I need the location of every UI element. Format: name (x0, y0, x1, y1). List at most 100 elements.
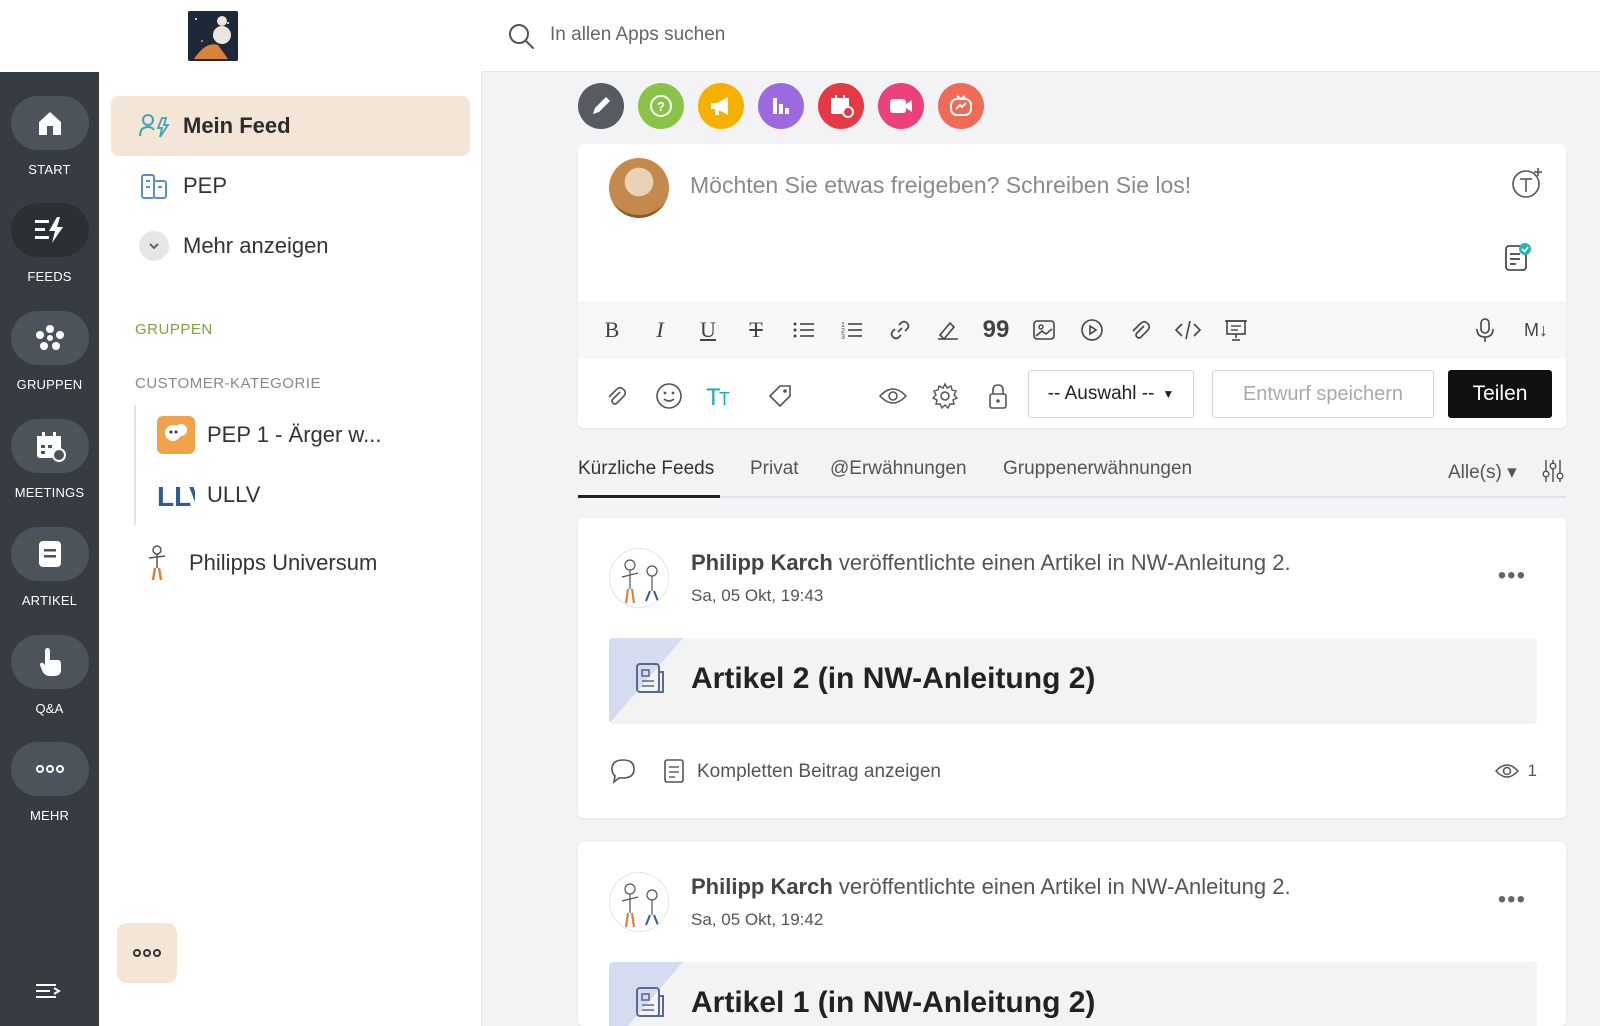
sidebar-item-label: Mehr anzeigen (183, 233, 329, 258)
feed-filter-dropdown[interactable]: Alle(s) ▾ (1448, 461, 1517, 484)
presentation-icon[interactable] (1221, 315, 1251, 345)
groups-section-title: GRUPPEN (135, 321, 213, 338)
audience-select-value: -- Auswahl -- (1047, 383, 1155, 404)
more-icon (10, 742, 89, 796)
rail-item-qa[interactable]: Q&A (0, 635, 99, 716)
question-icon[interactable]: ? (638, 83, 684, 129)
post-timestamp: Sa, 05 Okt, 19:42 (691, 910, 824, 929)
post-menu-icon[interactable]: ••• (1498, 562, 1526, 590)
post-author[interactable]: Philipp Karch (691, 874, 833, 899)
rail-label: GRUPPEN (16, 377, 83, 392)
post-composer: Möchten Sie etwas freigeben? Schreiben S… (578, 144, 1566, 428)
tab-private[interactable]: Privat (750, 458, 799, 480)
image-icon[interactable] (1029, 315, 1059, 345)
attachment-icon[interactable] (1125, 315, 1155, 345)
comment-icon[interactable] (609, 757, 637, 790)
text-format-add-icon[interactable] (1510, 166, 1544, 205)
company-logo[interactable] (188, 11, 238, 61)
rail-label: Q&A (35, 701, 64, 716)
sidebar-item-my-feed[interactable]: Mein Feed (111, 96, 470, 156)
gear-icon[interactable] (930, 381, 960, 411)
sidebar-show-more[interactable]: Mehr anzeigen (111, 216, 470, 276)
group-avatar-icon (157, 416, 195, 454)
search-icon (507, 22, 535, 55)
rail-item-articles[interactable]: ARTIKEL (0, 527, 99, 608)
tag-icon[interactable] (765, 381, 795, 411)
post-menu-icon[interactable]: ••• (1498, 886, 1526, 914)
rail-item-groups[interactable]: GRUPPEN (0, 311, 99, 392)
composer-actions: TT -- Auswahl -- ▼ Entwurf speichern Tei… (578, 359, 1566, 428)
attachment-icon[interactable] (601, 381, 631, 411)
underline-icon[interactable]: U (693, 315, 723, 345)
sketch-figure-icon (139, 544, 177, 582)
composer-text-input[interactable]: Möchten Sie etwas freigeben? Schreiben S… (690, 172, 1490, 199)
article-title[interactable]: Artikel 1 (in NW-Anleitung 2) (691, 986, 1095, 1020)
italic-icon[interactable]: I (645, 315, 675, 345)
checklist-icon[interactable] (1504, 242, 1532, 277)
lock-icon[interactable] (983, 381, 1013, 411)
live-stream-icon[interactable] (938, 83, 984, 129)
view-count: 1 (1494, 761, 1537, 781)
strikethrough-icon[interactable]: T (741, 315, 771, 345)
global-search-input[interactable] (550, 20, 1050, 50)
post-author[interactable]: Philipp Karch (691, 550, 833, 575)
article-icon (10, 527, 89, 581)
view-count-value: 1 (1527, 761, 1537, 780)
group-item-ullv[interactable]: LLV ULLV (157, 476, 260, 514)
rail-item-feeds[interactable]: FEEDS (0, 203, 99, 284)
svg-text:T: T (719, 389, 730, 409)
sidebar-item-philipps-universum[interactable]: Philipps Universum (139, 544, 377, 582)
sidebar-item-label: PEP (183, 173, 228, 198)
more-icon (133, 949, 161, 957)
tab-group-mentions[interactable]: Gruppenerwähnungen (1003, 458, 1192, 480)
video-icon[interactable] (878, 83, 924, 129)
save-draft-button[interactable]: Entwurf speichern (1212, 370, 1434, 418)
post-type-row: ? (578, 83, 998, 129)
article-preview[interactable]: Artikel 1 (in NW-Anleitung 2) (609, 962, 1537, 1026)
article-title[interactable]: Artikel 2 (in NW-Anleitung 2) (691, 662, 1095, 696)
rail-item-start[interactable]: START (0, 96, 99, 177)
link-icon[interactable] (885, 315, 915, 345)
code-icon[interactable] (1173, 315, 1203, 345)
formatting-toolbar: B I U T 123 99 M↓ (578, 301, 1566, 359)
tab-recent-feeds[interactable]: Kürzliche Feeds (578, 458, 714, 480)
visibility-eye-icon[interactable] (878, 381, 908, 411)
pencil-icon[interactable] (578, 83, 624, 129)
newspaper-icon (631, 984, 667, 1025)
poll-icon[interactable] (758, 83, 804, 129)
quote-icon[interactable]: 99 (981, 315, 1011, 345)
filter-settings-icon[interactable] (1542, 458, 1564, 489)
share-button[interactable]: Teilen (1448, 370, 1552, 418)
microphone-icon[interactable] (1470, 315, 1500, 345)
audience-select[interactable]: -- Auswahl -- ▼ (1028, 370, 1194, 418)
markdown-toggle[interactable]: M↓ (1518, 315, 1554, 345)
event-icon[interactable] (818, 83, 864, 129)
avatar[interactable] (609, 872, 669, 932)
people-sparkle-icon (137, 109, 171, 143)
view-full-post-link[interactable]: Kompletten Beitrag anzeigen (697, 761, 941, 783)
hand-pointer-icon (10, 635, 89, 689)
emoji-icon[interactable] (654, 381, 684, 411)
highlighter-icon[interactable] (933, 315, 963, 345)
rail-label: START (28, 162, 71, 177)
post-action-text: veröffentlichte einen Artikel in NW-Anle… (832, 874, 1291, 899)
sidebar-more-button[interactable] (117, 923, 177, 983)
text-size-icon[interactable]: TT (706, 381, 736, 411)
sidebar-item-label: Mein Feed (183, 113, 291, 138)
sidebar-item-pep[interactable]: PEP (111, 156, 470, 216)
tab-mentions[interactable]: @Erwähnungen (830, 458, 967, 480)
rail-label: ARTIKEL (21, 593, 78, 608)
collapse-menu-icon[interactable] (34, 981, 62, 1006)
rail-item-meetings[interactable]: MEETINGS (0, 419, 99, 500)
announcement-icon[interactable] (698, 83, 744, 129)
article-preview[interactable]: Artikel 2 (in NW-Anleitung 2) (609, 638, 1537, 724)
numbered-list-icon[interactable]: 123 (837, 315, 867, 345)
avatar[interactable] (609, 548, 669, 608)
group-item-pep1[interactable]: PEP 1 - Ärger w... (157, 416, 381, 454)
bullet-list-icon[interactable] (789, 315, 819, 345)
video-embed-icon[interactable] (1077, 315, 1107, 345)
bold-icon[interactable]: B (597, 315, 627, 345)
group-item-label: PEP 1 - Ärger w... (207, 422, 382, 447)
avatar (609, 158, 669, 218)
rail-item-more[interactable]: MEHR (0, 742, 99, 823)
